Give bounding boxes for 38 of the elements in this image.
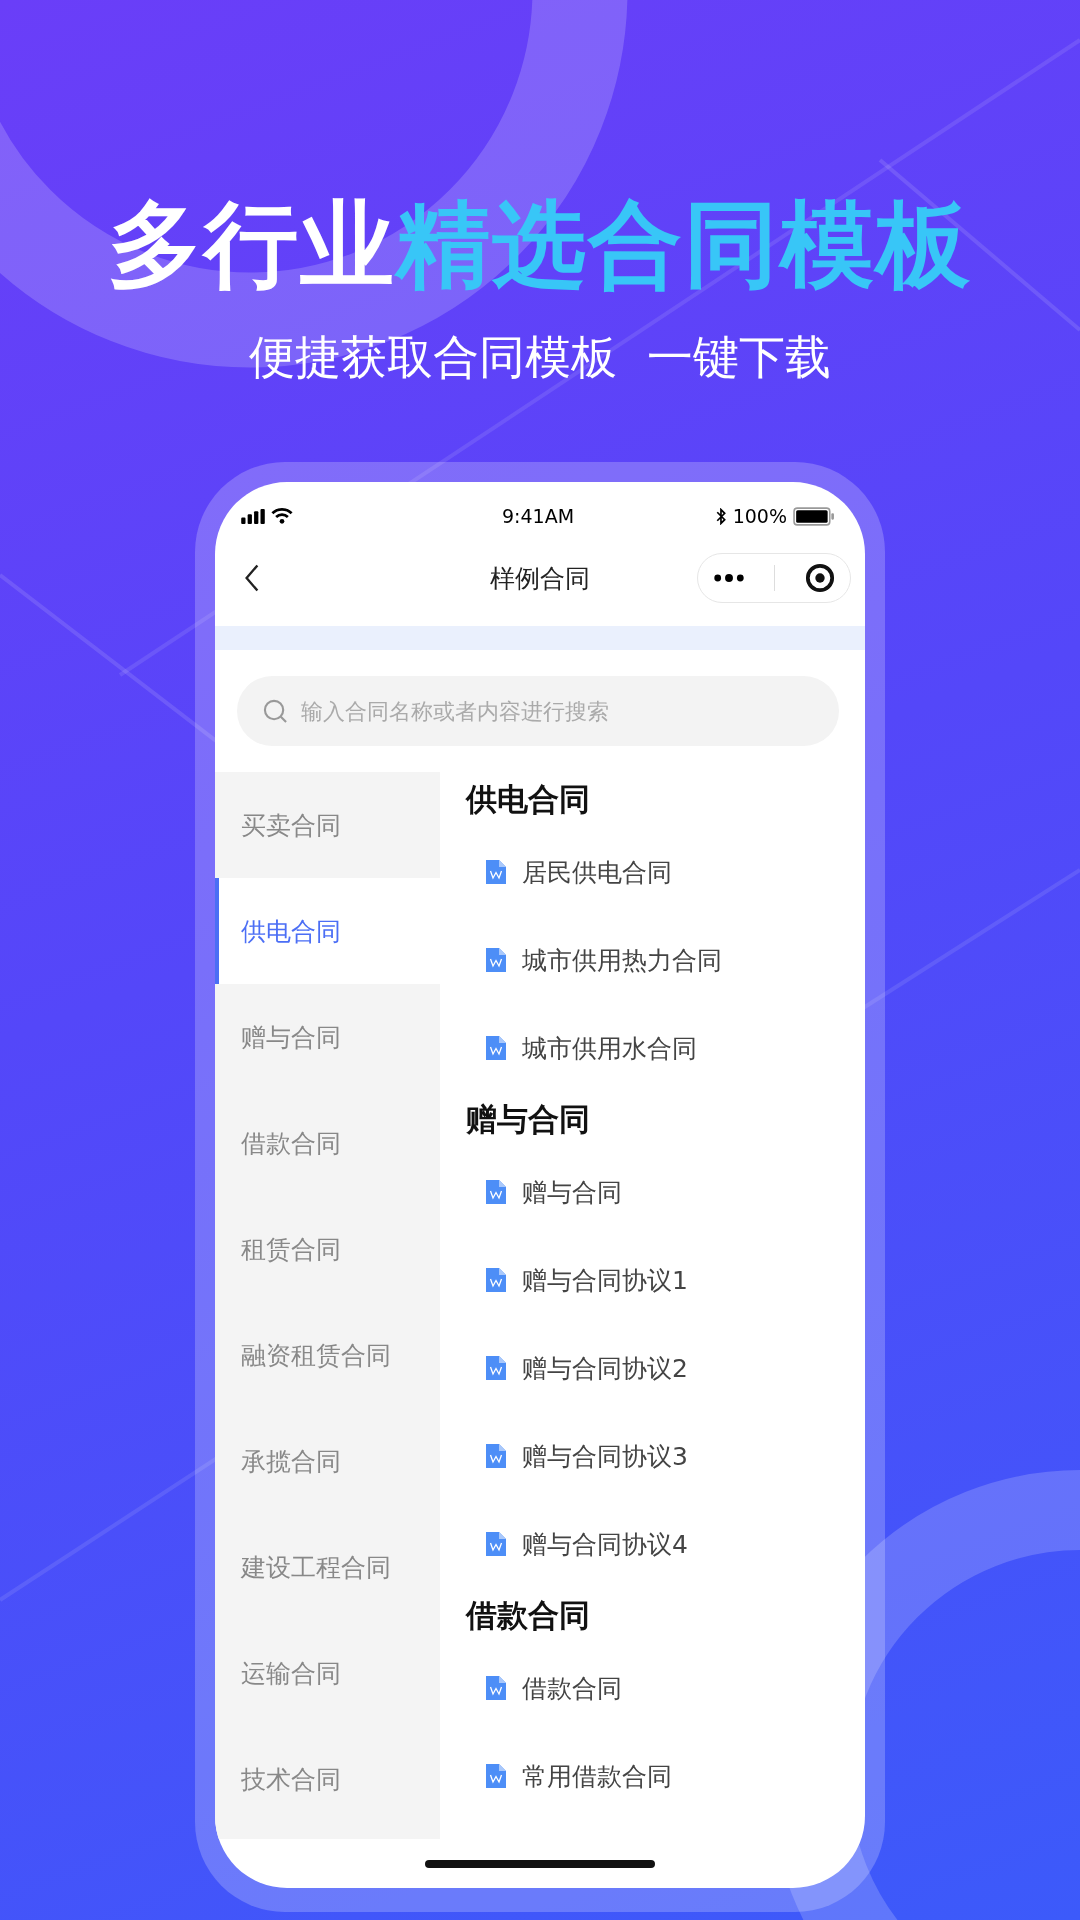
subtitle: 便捷获取合同模板 一键下载 xyxy=(249,329,831,386)
document-icon xyxy=(486,1676,506,1700)
document-icon xyxy=(486,1268,506,1292)
headline: 多行业精选合同模板 xyxy=(108,189,972,301)
document-icon xyxy=(486,1764,506,1788)
document-link[interactable]: 赠与合同协议2 xyxy=(522,1351,688,1385)
document-link[interactable]: 赠与合同协议4 xyxy=(522,1527,688,1561)
search-field[interactable]: 输入合同名称或者内容进行搜索 xyxy=(237,676,839,746)
document-icon xyxy=(486,860,506,884)
document-link[interactable]: 常用借款合同 xyxy=(522,1759,672,1793)
document-icon xyxy=(486,1356,506,1380)
status-time: 9:41AM xyxy=(501,505,575,527)
page-title: 样例合同 xyxy=(490,562,590,595)
document-link[interactable]: 借款合同 xyxy=(522,1671,622,1705)
more-icon[interactable] xyxy=(712,573,745,583)
document-icon xyxy=(486,1532,506,1556)
battery-icon xyxy=(793,506,835,526)
wifi-icon xyxy=(271,508,293,524)
bluetooth-icon xyxy=(715,507,727,525)
document-link[interactable]: 城市供用水合同 xyxy=(522,1031,697,1065)
document-link[interactable]: 城市供用热力合同 xyxy=(522,943,722,977)
section-heading: 借款合同 xyxy=(466,1596,591,1635)
document-icon xyxy=(486,1180,506,1204)
battery-percent: 100% xyxy=(732,505,787,527)
back-icon[interactable] xyxy=(243,563,261,593)
document-icon xyxy=(486,1036,506,1060)
target-icon[interactable] xyxy=(805,563,836,593)
document-icon xyxy=(486,948,506,972)
section-heading: 供电合同 xyxy=(466,780,591,819)
document-link[interactable]: 赠与合同 xyxy=(522,1175,622,1209)
document-link[interactable]: 赠与合同协议1 xyxy=(522,1263,688,1297)
document-link[interactable]: 居民供电合同 xyxy=(522,855,672,889)
search-icon xyxy=(263,699,288,724)
signal-icon xyxy=(241,508,265,524)
document-icon xyxy=(486,1444,506,1468)
category-item[interactable]: 供电合同 xyxy=(215,878,440,984)
document-link[interactable]: 赠与合同协议3 xyxy=(522,1439,688,1473)
section-heading: 赠与合同 xyxy=(466,1100,591,1139)
